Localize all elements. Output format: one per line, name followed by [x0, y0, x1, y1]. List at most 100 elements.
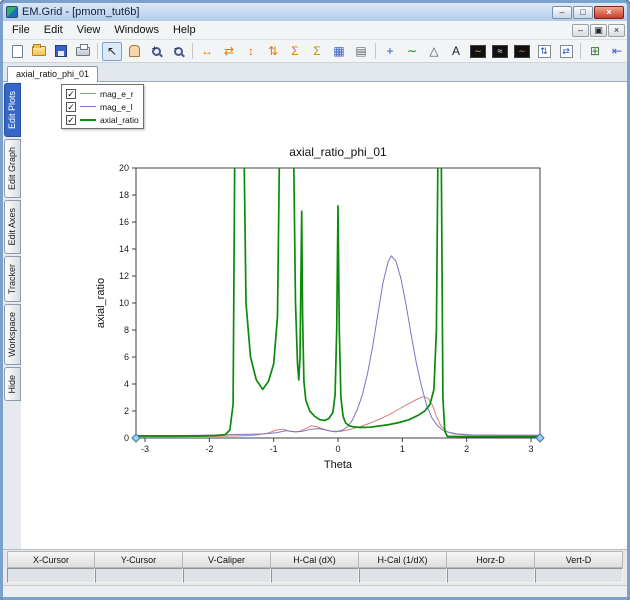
legend-checkbox-axial_ratio[interactable]: ✓: [66, 115, 76, 125]
open-file-icon: [32, 46, 46, 56]
y-tick-label: 10: [119, 298, 129, 308]
readout-value-4: [359, 568, 447, 583]
menu-file[interactable]: File: [5, 23, 37, 37]
data-table-icon[interactable]: ▦: [329, 42, 349, 61]
menu-help[interactable]: Help: [166, 23, 203, 37]
new-file-icon[interactable]: [7, 42, 27, 61]
compress-y-axis-icon[interactable]: ⇅: [263, 42, 283, 61]
legend-line-sample: [80, 119, 96, 121]
minimize-button[interactable]: –: [552, 6, 572, 19]
mdi-child-controls: –▣×: [571, 24, 625, 37]
legend-item-mag_e_l: ✓mag_e_l: [66, 100, 139, 113]
select-tool-icon[interactable]: ↖: [102, 42, 122, 61]
sidebar-tab-edit-plots[interactable]: Edit Plots: [4, 83, 21, 137]
toolbar-separator: [97, 43, 98, 59]
waveform-filled-icon: ≈: [492, 45, 508, 58]
zoom-in-tool-icon[interactable]: +: [146, 42, 166, 61]
x-tick-label: -2: [205, 444, 213, 454]
readout-value-3: [271, 568, 359, 583]
y-tick-label: 0: [124, 433, 129, 443]
sidebar-tab-strip: Edit Plots Edit Graph Edit Axes Tracker Work…: [3, 82, 21, 549]
axes-sync-v-icon[interactable]: ⇅: [534, 42, 554, 61]
sidebar-tab-tracker[interactable]: Tracker: [4, 256, 21, 302]
child-close-button[interactable]: ×: [608, 24, 625, 37]
tab-axial-ratio-phi-01[interactable]: axial_ratio_phi_01: [7, 66, 98, 82]
x-tick-label: 1: [400, 444, 405, 454]
autoscale-x-icon[interactable]: Σ: [285, 42, 305, 61]
app-icon: [6, 6, 18, 18]
sidebar-tab-label: Edit Graph: [7, 147, 17, 190]
toolbar-separator: [375, 43, 376, 59]
waveform-dark-icon[interactable]: ∼: [468, 42, 488, 61]
plot-legend[interactable]: ✓mag_e_r✓mag_e_l✓axial_ratio: [61, 84, 144, 129]
menu-edit[interactable]: Edit: [37, 23, 70, 37]
expand-y-axis-icon[interactable]: ↕: [241, 42, 261, 61]
open-file-icon[interactable]: [29, 42, 49, 61]
axes-sync-v-icon: ⇅: [538, 45, 551, 58]
readout-header-vert-d: Vert-D: [535, 551, 623, 568]
legend-checkbox-mag_e_r[interactable]: ✓: [66, 89, 76, 99]
print-icon[interactable]: [73, 42, 93, 61]
sidebar-tab-workspace[interactable]: Workspace: [4, 304, 21, 365]
readout-header-y-cursor: Y-Cursor: [95, 551, 183, 568]
y-tick-label: 6: [124, 352, 129, 362]
legend-checkbox-mag_e_l[interactable]: ✓: [66, 102, 76, 112]
waveform-filled-icon[interactable]: ≈: [490, 42, 510, 61]
readout-header-x-cursor: X-Cursor: [7, 551, 95, 568]
legend-label: mag_e_r: [100, 89, 134, 99]
legend-line-sample: [80, 106, 96, 107]
waveform-orange-icon[interactable]: ∼: [512, 42, 532, 61]
legend-item-mag_e_r: ✓ mag_e_r: [66, 87, 139, 100]
y-tick-label: 8: [124, 325, 129, 335]
readout-header-horz-d: Horz-D: [447, 551, 535, 568]
x-tick-label: -3: [141, 444, 149, 454]
fit-window-icon[interactable]: ⊞: [585, 42, 605, 61]
print-icon: [76, 47, 90, 56]
sidebar-tab-label: Hide: [7, 375, 17, 394]
sidebar-tab-label: Edit Axes: [7, 208, 17, 246]
main-content: Edit Plots Edit Graph Edit Axes Tracker Work…: [3, 82, 627, 549]
menu-bar: FileEditViewWindowsHelp –▣×: [3, 21, 627, 40]
readout-value-5: [447, 568, 535, 583]
child-restore-button[interactable]: ▣: [590, 24, 607, 37]
readout-value-2: [183, 568, 271, 583]
app-window: EM.Grid - [pmom_tut6b] – □ × FileEditVie…: [0, 0, 630, 600]
plot-workspace: 02468101214161820-3-2-10123axial_ratio_p…: [21, 82, 627, 549]
sidebar-tab-hide[interactable]: Hide: [4, 367, 21, 402]
x-tick-label: 3: [528, 444, 533, 454]
y-tick-label: 16: [119, 217, 129, 227]
text-annotation-icon[interactable]: A: [446, 42, 466, 61]
y-tick-label: 12: [119, 271, 129, 281]
zoom-out-tool-icon[interactable]: −: [168, 42, 188, 61]
title-bar: EM.Grid - [pmom_tut6b] – □ ×: [3, 3, 627, 21]
save-icon[interactable]: [51, 42, 71, 61]
polygon-tool-icon[interactable]: △: [424, 42, 444, 61]
magnifier-sign: −: [174, 44, 179, 53]
caliper-icon[interactable]: ⇤: [607, 42, 627, 61]
smooth-curve-icon[interactable]: ∼: [402, 42, 422, 61]
maximize-button[interactable]: □: [573, 6, 593, 19]
pan-tool-icon[interactable]: [124, 42, 144, 61]
child-minimize-button[interactable]: –: [572, 24, 589, 37]
sidebar-tab-label: Edit Plots: [7, 91, 17, 129]
sidebar-tab-edit-axes[interactable]: Edit Axes: [4, 200, 21, 254]
y-tick-label: 2: [124, 406, 129, 416]
autoscale-y-icon[interactable]: Σ: [307, 42, 327, 61]
document-tab-bar: axial_ratio_phi_01: [3, 63, 627, 82]
axes-sync-h-icon[interactable]: ⇄: [556, 42, 576, 61]
toolbar: ↖+−↔⇄↕⇅ΣΣ▦▤+∼△A∼≈∼⇅⇄⊞⇤≡Layou: [3, 40, 627, 63]
sidebar-tab-label: Workspace: [7, 312, 17, 357]
add-marker-icon[interactable]: +: [380, 42, 400, 61]
sidebar-tab-edit-graph[interactable]: Edit Graph: [4, 139, 21, 198]
waveform-dark-icon: ∼: [470, 45, 486, 58]
x-tick-label: 0: [335, 444, 340, 454]
x-tick-label: -1: [270, 444, 278, 454]
menu-windows[interactable]: Windows: [107, 23, 166, 37]
readout-header-h-cal-dx-: H-Cal (dX): [271, 551, 359, 568]
axes-sync-h-icon: ⇄: [560, 45, 573, 58]
close-button[interactable]: ×: [594, 6, 624, 19]
menu-view[interactable]: View: [70, 23, 108, 37]
compress-x-axis-icon[interactable]: ⇄: [219, 42, 239, 61]
grid-icon[interactable]: ▤: [351, 42, 371, 61]
expand-x-axis-icon[interactable]: ↔: [197, 42, 217, 61]
